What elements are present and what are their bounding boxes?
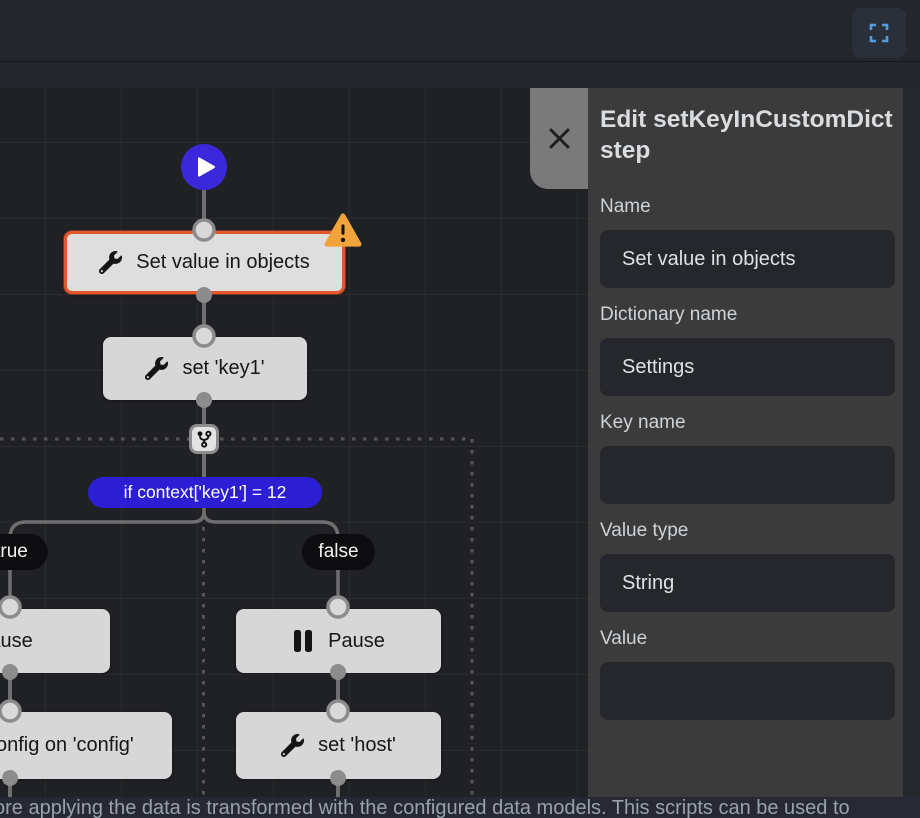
play-icon (181, 144, 227, 190)
workflow-editor: Set value in objects set 'key1' (0, 0, 920, 818)
value-input[interactable] (600, 662, 895, 720)
dictionary-name-input[interactable] (600, 338, 895, 396)
wrench-icon (145, 357, 168, 380)
fullscreen-button[interactable] (852, 8, 906, 58)
panel-gutter (903, 88, 920, 797)
top-bar-divider (0, 61, 920, 62)
node-label: Set value in objects (136, 251, 309, 274)
field-label-dictionary-name: Dictionary name (600, 304, 895, 326)
field-label-name: Name (600, 196, 895, 218)
node-label: config on 'config' (0, 734, 134, 757)
branch-split-node[interactable] (189, 424, 219, 454)
close-icon (547, 126, 572, 151)
start-node[interactable] (181, 144, 227, 190)
wrench-icon (281, 734, 304, 757)
condition-pill[interactable]: if context['key1'] = 12 (88, 477, 322, 508)
panel-close-button[interactable] (530, 88, 588, 189)
key-name-input[interactable] (600, 446, 895, 504)
edit-step-panel: Edit setKeyInCustomDict step Name Dictio… (588, 88, 903, 797)
field-label-value-type: Value type (600, 520, 895, 542)
condition-label: if context['key1'] = 12 (124, 482, 287, 503)
branch-false-badge: false (302, 534, 375, 570)
node-label: Pause (0, 630, 33, 653)
footer-text: ore applying the data is transformed wit… (0, 797, 920, 818)
footer-strip: ore applying the data is transformed wit… (0, 797, 920, 818)
warning-triangle-icon (324, 212, 362, 248)
branch-true-badge: true (0, 534, 48, 570)
name-input[interactable] (600, 230, 895, 288)
field-label-key-name: Key name (600, 412, 895, 434)
node-set-value-in-objects[interactable]: Set value in objects (64, 231, 345, 294)
top-bar (0, 0, 920, 88)
value-type-input[interactable] (600, 554, 895, 612)
node-label: Pause (328, 630, 385, 653)
fullscreen-expand-icon (868, 22, 890, 44)
pause-icon (292, 629, 314, 653)
node-pause-left[interactable]: Pause (0, 609, 110, 673)
node-set-host[interactable]: set 'host' (236, 712, 441, 779)
node-label: set 'key1' (182, 357, 264, 380)
node-config-on-config[interactable]: config on 'config' (0, 712, 172, 779)
split-branch-icon (192, 426, 216, 452)
branch-true-label: true (0, 541, 28, 563)
panel-title: Edit setKeyInCustomDict step (600, 104, 895, 166)
branch-false-label: false (318, 541, 358, 563)
field-label-value: Value (600, 628, 895, 650)
node-label: set 'host' (318, 734, 396, 757)
node-pause-right[interactable]: Pause (236, 609, 441, 673)
node-set-key1[interactable]: set 'key1' (103, 337, 307, 400)
wrench-icon (99, 251, 122, 274)
